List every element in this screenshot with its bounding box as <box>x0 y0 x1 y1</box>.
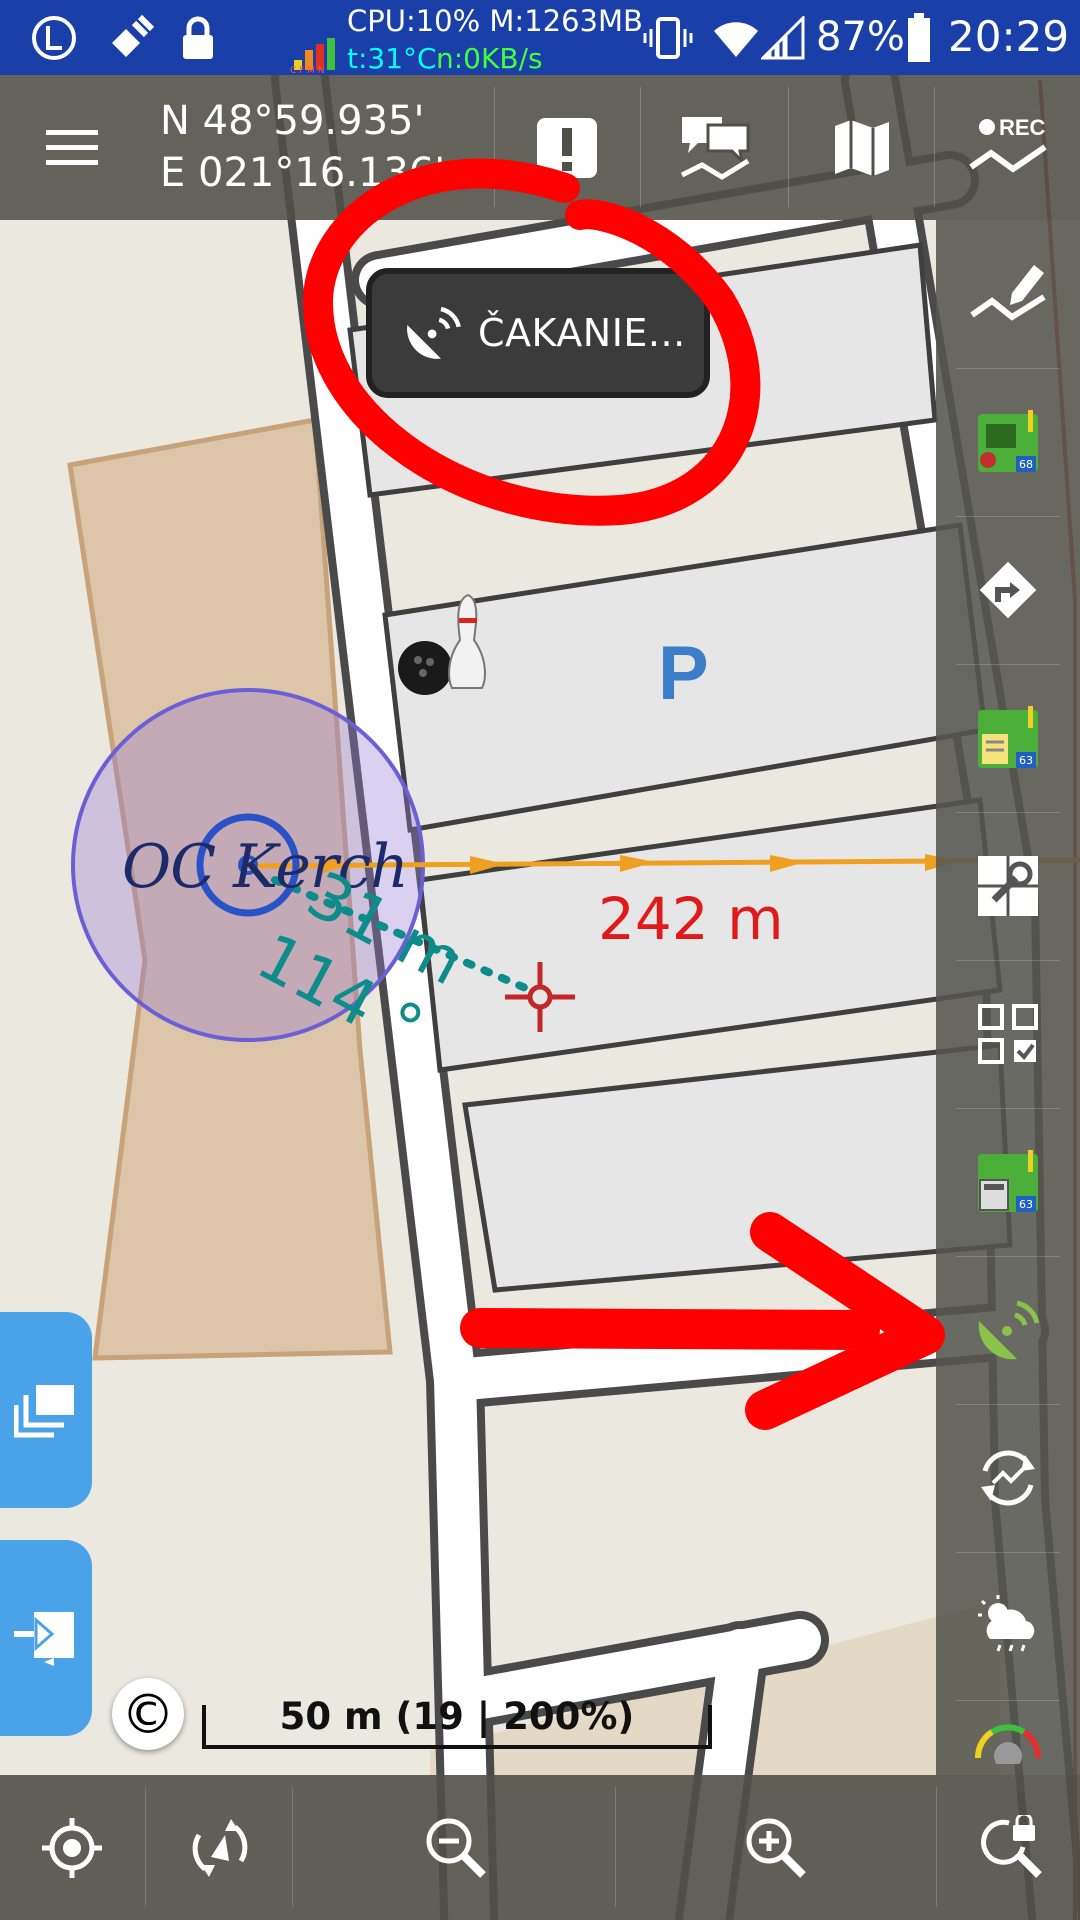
clock: 20:29 <box>948 12 1070 61</box>
launcher-l-icon <box>28 0 80 75</box>
satellite-dish-green-icon <box>978 1300 1040 1360</box>
import-arrow-icon <box>14 1612 74 1666</box>
layers-tab-button[interactable] <box>0 1312 92 1508</box>
wifi-icon <box>708 0 764 75</box>
coordinates-display[interactable]: N 48°59.935' E 021°16.136' <box>160 95 445 199</box>
track-edit-button[interactable] <box>936 220 1080 368</box>
addon-notes-icon: 63 <box>978 706 1038 768</box>
zoom-out-icon <box>426 1818 486 1878</box>
addon-map-icon: 68 <box>978 410 1038 472</box>
hamburger-icon <box>46 129 98 165</box>
zoom-lock-button[interactable] <box>960 1775 1064 1920</box>
chat-track-icon <box>680 116 750 180</box>
zoom-in-icon <box>746 1818 806 1878</box>
map-icon <box>835 119 889 176</box>
addon-badge-1: 68 <box>1019 458 1033 471</box>
gps-toggle-button[interactable] <box>936 1256 1080 1404</box>
vibrate-icon <box>642 0 694 75</box>
rotate-map-icon <box>192 1818 248 1877</box>
right-toolbar: 68 63 63 <box>936 220 1080 1775</box>
wrench-icon <box>978 856 1038 916</box>
gps-status-label: ČAKANIE... <box>478 311 686 355</box>
weather-icon <box>978 1595 1035 1652</box>
battery-icon <box>906 0 932 75</box>
zoom-in-button[interactable] <box>724 1775 828 1920</box>
rec-label: REC <box>999 115 1046 140</box>
lock-icon <box>178 0 218 75</box>
gps-status-toast: ČAKANIE... <box>366 268 710 398</box>
crosshair-location-icon <box>42 1817 102 1878</box>
my-location-button[interactable] <box>20 1775 124 1920</box>
grid-check-icon <box>978 1004 1038 1064</box>
temperature-text: t:31°C <box>347 42 437 75</box>
quick-toggles-button[interactable] <box>936 960 1080 1108</box>
battery-percent: 87% <box>816 14 905 60</box>
longitude-text: E 021°16.136' <box>160 150 446 196</box>
record-track-icon: REC <box>969 115 1047 173</box>
map-selector-button[interactable] <box>812 75 912 220</box>
addon-badge-3: 63 <box>1019 1198 1033 1211</box>
layers-icon <box>14 1385 74 1438</box>
track-notes-button[interactable] <box>660 75 770 220</box>
speedometer-button[interactable] <box>936 1700 1080 1775</box>
pencil-track-icon <box>970 265 1046 321</box>
copyright-button[interactable]: © <box>112 1678 184 1750</box>
tools-button[interactable] <box>936 812 1080 960</box>
scale-bar: 50 m (19 | 200%) <box>202 1695 712 1750</box>
distance-label: 242 m <box>598 885 784 953</box>
satellite-dish-icon <box>407 306 461 359</box>
alerts-button[interactable] <box>520 75 614 220</box>
status-bar: C F M N CPU:10% M:1263MB t:31°C n:0KB/s … <box>0 0 1080 76</box>
top-toolbar: N 48°59.935' E 021°16.136' REC <box>0 75 1080 220</box>
addon-calculator-icon: 63 <box>978 1150 1038 1212</box>
turn-right-icon <box>979 561 1037 619</box>
addon-route-button[interactable]: 68 <box>936 368 1080 516</box>
menu-button[interactable] <box>20 75 124 220</box>
signal-icon <box>760 0 806 75</box>
sync-button[interactable] <box>936 1404 1080 1552</box>
import-tab-button[interactable] <box>0 1540 92 1736</box>
zoom-out-button[interactable] <box>404 1775 508 1920</box>
map-rotation-button[interactable] <box>168 1775 272 1920</box>
weather-button[interactable] <box>936 1552 1080 1700</box>
bottom-toolbar <box>0 1775 1080 1920</box>
cpu-mem-text: CPU:10% M:1263MB <box>347 4 643 38</box>
scale-label: 50 m (19 | 200%) <box>279 1695 635 1738</box>
copyright-icon: © <box>121 1682 175 1746</box>
addon-badge-2: 63 <box>1019 754 1033 767</box>
speedometer-icon <box>974 1724 1042 1764</box>
record-track-button[interactable]: REC <box>950 75 1070 220</box>
sync-chart-icon <box>981 1450 1035 1506</box>
exclamation-icon <box>537 117 597 178</box>
network-text: n:0KB/s <box>436 42 543 75</box>
latitude-text: N 48°59.935' <box>160 98 425 144</box>
navigation-button[interactable] <box>936 516 1080 664</box>
addon-notes-button[interactable]: 63 <box>936 664 1080 812</box>
addon-calculator-button[interactable]: 63 <box>936 1108 1080 1256</box>
parking-label: P <box>658 631 709 716</box>
zoom-lock-icon <box>981 1814 1042 1878</box>
plugin-icon <box>98 0 158 75</box>
